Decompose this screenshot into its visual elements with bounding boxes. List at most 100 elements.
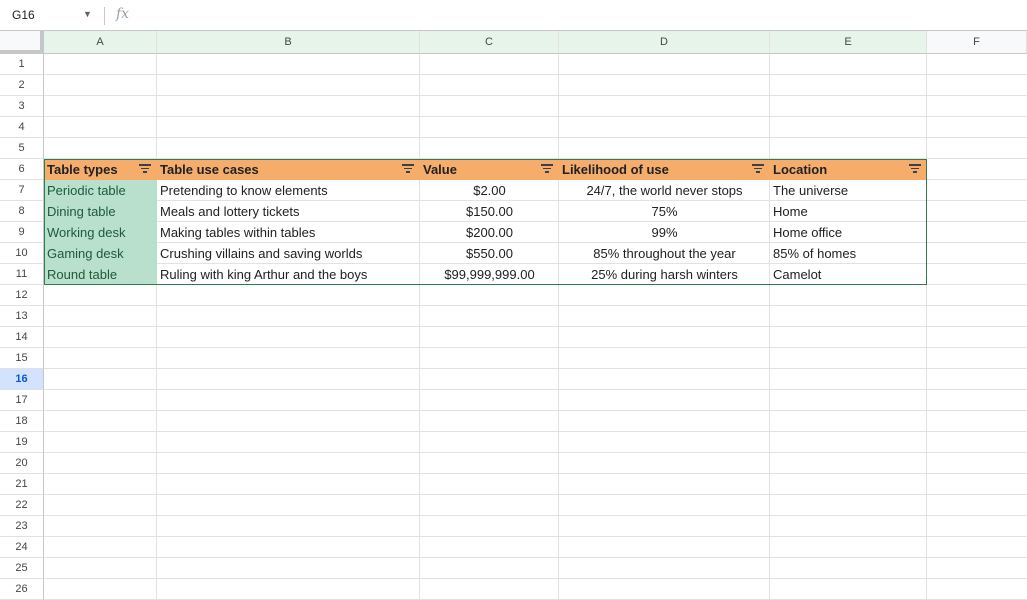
row-header-21[interactable]: 21 (0, 474, 44, 495)
formula-bar-divider (104, 7, 105, 25)
table-cell[interactable]: $200.00 (420, 222, 559, 243)
table-cell[interactable]: $99,999,999.00 (420, 264, 559, 285)
fx-icon: fx (116, 6, 130, 22)
table-header-cell[interactable]: Value (420, 159, 559, 180)
table-cell[interactable]: Making tables within tables (157, 222, 420, 243)
column-header-e[interactable]: E (770, 31, 927, 54)
row-header-14[interactable]: 14 (0, 327, 44, 348)
table-cell[interactable]: Crushing villains and saving worlds (157, 243, 420, 264)
gridline-row (44, 578, 1027, 579)
gridline-row (44, 473, 1027, 474)
gridline-row (44, 74, 1027, 75)
table-cell[interactable]: $2.00 (420, 180, 559, 201)
row-header-2[interactable]: 2 (0, 75, 44, 96)
table-cell[interactable]: Meals and lottery tickets (157, 201, 420, 222)
row-header-15[interactable]: 15 (0, 348, 44, 369)
filter-icon[interactable] (541, 164, 553, 174)
filter-icon[interactable] (402, 164, 414, 174)
row-header-4[interactable]: 4 (0, 117, 44, 138)
row-header-23[interactable]: 23 (0, 516, 44, 537)
table-cell[interactable]: Dining table (44, 201, 157, 222)
gridline-row (44, 95, 1027, 96)
gridline-row (44, 452, 1027, 453)
table-cell[interactable]: 25% during harsh winters (559, 264, 770, 285)
table-cell[interactable]: Periodic table (44, 180, 157, 201)
gridline-row (44, 515, 1027, 516)
gridline-row (44, 536, 1027, 537)
table-header-cell[interactable]: Table types (44, 159, 157, 180)
table-cell[interactable]: Pretending to know elements (157, 180, 420, 201)
gridline-column (419, 54, 420, 600)
gridline-column (156, 54, 157, 600)
table-header-label: Table types (47, 162, 118, 177)
row-header-3[interactable]: 3 (0, 96, 44, 117)
row-header-12[interactable]: 12 (0, 285, 44, 306)
row-header-26[interactable]: 26 (0, 579, 44, 600)
filter-icon[interactable] (909, 164, 921, 174)
table-cell[interactable]: $150.00 (420, 201, 559, 222)
table-cell[interactable]: Working desk (44, 222, 157, 243)
row-header-20[interactable]: 20 (0, 453, 44, 474)
spreadsheet-grid[interactable]: A B C D E F 1 2 3 4 5 6 7 8 9 10 11 12 13 14 15 16 17 18 19 20 21 2… (0, 31, 1027, 600)
row-header-8[interactable]: 8 (0, 201, 44, 222)
table-cell[interactable]: 75% (559, 201, 770, 222)
chevron-down-icon[interactable]: ▼ (83, 9, 92, 19)
filter-icon[interactable] (139, 164, 151, 174)
row-header-13[interactable]: 13 (0, 306, 44, 327)
gridline-column (558, 54, 559, 600)
table-cell[interactable]: $550.00 (420, 243, 559, 264)
column-header-c[interactable]: C (420, 31, 559, 54)
table-cell[interactable]: 85% throughout the year (559, 243, 770, 264)
row-header-11[interactable]: 11 (0, 264, 44, 285)
column-header-f[interactable]: F (927, 31, 1027, 54)
table-header-cell[interactable]: Likelihood of use (559, 159, 770, 180)
table-cell[interactable]: Gaming desk (44, 243, 157, 264)
column-header-a[interactable]: A (44, 31, 157, 54)
column-header-d[interactable]: D (559, 31, 770, 54)
table-header-cell[interactable]: Table use cases (157, 159, 420, 180)
table-header-cell[interactable]: Location (770, 159, 927, 180)
gridline-row (44, 326, 1027, 327)
row-header-22[interactable]: 22 (0, 495, 44, 516)
table-cell[interactable]: 85% of homes (770, 243, 927, 264)
table-cell[interactable]: 99% (559, 222, 770, 243)
table-header-label: Likelihood of use (562, 162, 669, 177)
table-cell[interactable]: Camelot (770, 264, 927, 285)
formula-bar: G16 ▼ fx (0, 0, 1027, 31)
gridline-row (44, 116, 1027, 117)
gridline-row (44, 368, 1027, 369)
row-header-10[interactable]: 10 (0, 243, 44, 264)
column-header-b[interactable]: B (157, 31, 420, 54)
table-cell[interactable]: The universe (770, 180, 927, 201)
gridline-row (44, 431, 1027, 432)
gridline-column (926, 54, 927, 600)
gridline-column (769, 54, 770, 600)
table-cell[interactable]: Home (770, 201, 927, 222)
name-box[interactable]: G16 (12, 8, 35, 22)
table-cell[interactable]: Round table (44, 264, 157, 285)
gridline-row (44, 410, 1027, 411)
table-cell[interactable]: Ruling with king Arthur and the boys (157, 264, 420, 285)
gridline-row (44, 389, 1027, 390)
filter-icon[interactable] (752, 164, 764, 174)
row-header-5[interactable]: 5 (0, 138, 44, 159)
table-header-label: Location (773, 162, 828, 177)
select-all-corner[interactable] (0, 31, 44, 54)
table-cell[interactable]: 24/7, the world never stops (559, 180, 770, 201)
row-header-16[interactable]: 16 (0, 369, 44, 390)
row-header-7[interactable]: 7 (0, 180, 44, 201)
row-header-9[interactable]: 9 (0, 222, 44, 243)
row-header-19[interactable]: 19 (0, 432, 44, 453)
row-header-1[interactable]: 1 (0, 54, 44, 75)
gridline-row (44, 305, 1027, 306)
row-header-6[interactable]: 6 (0, 159, 44, 180)
row-header-25[interactable]: 25 (0, 558, 44, 579)
gridline-row (44, 557, 1027, 558)
table-header-label: Value (423, 162, 457, 177)
row-header-18[interactable]: 18 (0, 411, 44, 432)
gridline-row (44, 347, 1027, 348)
row-header-17[interactable]: 17 (0, 390, 44, 411)
table-cell[interactable]: Home office (770, 222, 927, 243)
row-header-24[interactable]: 24 (0, 537, 44, 558)
table-header-label: Table use cases (160, 162, 259, 177)
